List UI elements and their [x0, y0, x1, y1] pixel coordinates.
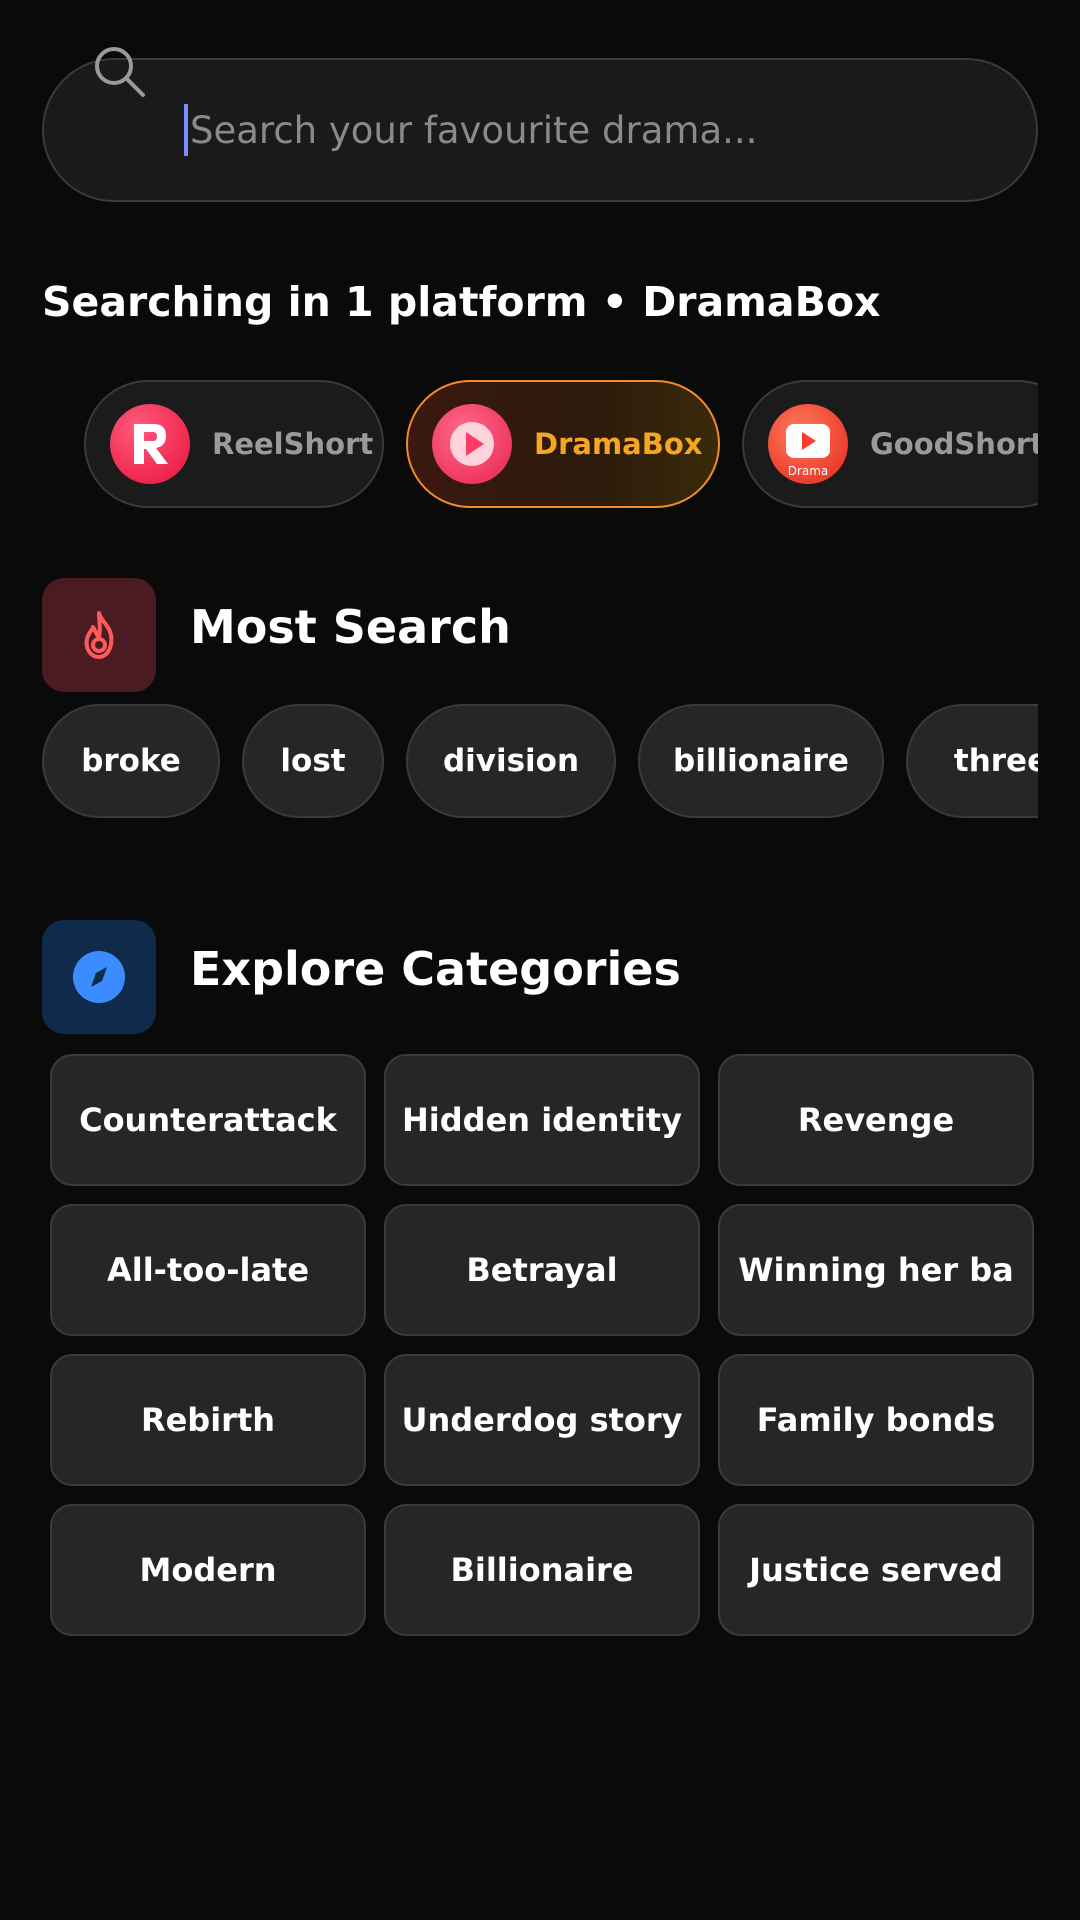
category-tile[interactable]: Winning her ba	[718, 1204, 1034, 1336]
most-search-tags: broke lost division billionaire three	[42, 704, 1038, 818]
most-search-icon-box	[42, 578, 156, 692]
reelshort-logo-icon	[110, 404, 190, 484]
search-tag-chip[interactable]: division	[406, 704, 616, 818]
platform-chip-goodshort[interactable]: Drama GoodShort	[742, 380, 1038, 508]
search-tag-chip[interactable]: lost	[242, 704, 384, 818]
category-tile[interactable]: Family bonds	[718, 1354, 1034, 1486]
category-tile[interactable]: Counterattack	[50, 1054, 366, 1186]
text-caret	[184, 104, 188, 156]
flame-icon	[84, 611, 114, 659]
explore-icon-box	[42, 920, 156, 1034]
search-tag-chip[interactable]: three	[906, 704, 1038, 818]
category-tile[interactable]: Rebirth	[50, 1354, 366, 1486]
category-tile[interactable]: Hidden identity	[384, 1054, 700, 1186]
category-tile[interactable]: All-too-late	[50, 1204, 366, 1336]
platform-chip-reelshort[interactable]: ReelShort	[84, 380, 384, 508]
search-tag-chip[interactable]: broke	[42, 704, 220, 818]
search-screen: Searching in 1 platform • DramaBox ReelS…	[0, 0, 1080, 1920]
category-tile[interactable]: Justice served	[718, 1504, 1034, 1636]
platform-chip-dramabox[interactable]: DramaBox	[406, 380, 720, 508]
platform-label: DramaBox	[534, 427, 703, 461]
search-tag-chip[interactable]: billionaire	[638, 704, 884, 818]
goodshort-logo-icon: Drama	[768, 404, 848, 484]
search-icon[interactable]	[92, 44, 148, 100]
compass-icon	[73, 951, 125, 1003]
platform-status-text: Searching in 1 platform • DramaBox	[42, 278, 881, 326]
explore-title: Explore Categories	[190, 942, 681, 996]
dramabox-logo-icon	[432, 404, 512, 484]
category-tile[interactable]: Modern	[50, 1504, 366, 1636]
search-input[interactable]	[190, 98, 990, 162]
most-search-title: Most Search	[190, 600, 511, 654]
platform-selector: ReelShort DramaBox Drama GoodShort	[84, 380, 1038, 508]
category-tile[interactable]: Billionaire	[384, 1504, 700, 1636]
platform-label: ReelShort	[212, 427, 374, 461]
goodshort-logo-text: Drama	[787, 464, 829, 478]
category-tile[interactable]: Underdog story	[384, 1354, 700, 1486]
platform-label: GoodShort	[870, 427, 1038, 461]
category-tile[interactable]: Betrayal	[384, 1204, 700, 1336]
category-tile[interactable]: Revenge	[718, 1054, 1034, 1186]
